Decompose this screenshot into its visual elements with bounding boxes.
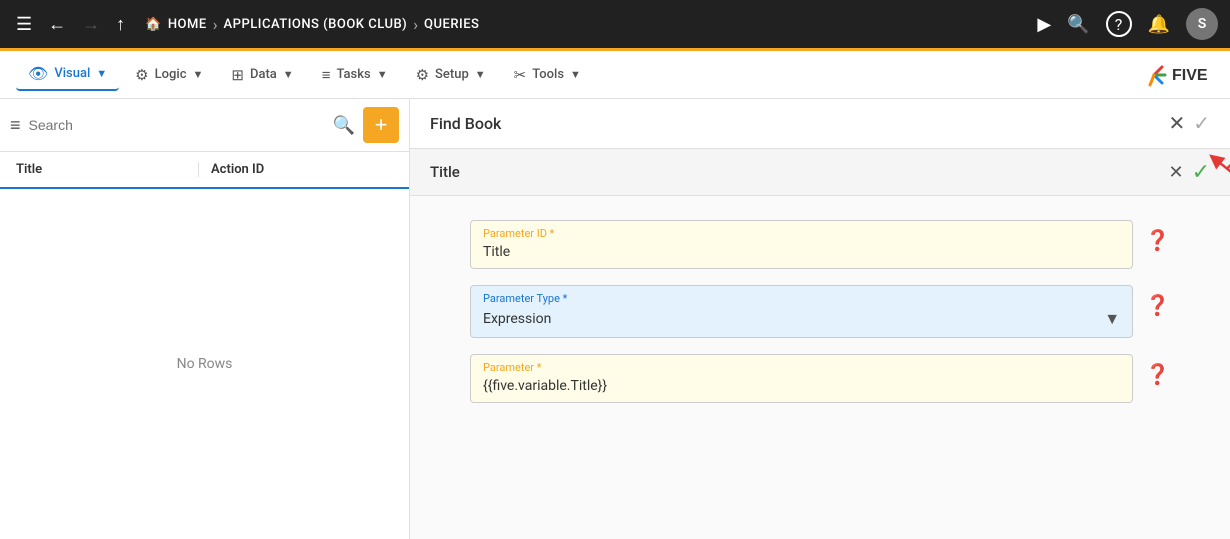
search-input[interactable] — [29, 117, 325, 133]
breadcrumb-home[interactable]: HOME — [168, 17, 207, 32]
play-icon[interactable]: ▶ — [1037, 14, 1051, 35]
parameter-type-row: Parameter Type * Expression ▼ ❓ — [470, 285, 1170, 338]
parameter-type-field[interactable]: Parameter Type * Expression ▼ — [470, 285, 1133, 338]
tasks-icon: ≡ — [322, 66, 331, 84]
add-button[interactable]: + — [363, 107, 399, 143]
logic-label: Logic — [155, 67, 187, 82]
no-rows-text: No Rows — [177, 356, 233, 372]
tab-tasks[interactable]: ≡ Tasks ▼ — [310, 60, 400, 90]
panel-header-actions: ✕ ✓ — [1168, 111, 1210, 136]
sub-panel-title: Title — [430, 163, 1168, 181]
parameter-id-field[interactable]: Parameter ID * Title — [470, 220, 1133, 269]
dropdown-arrow-icon[interactable]: ▼ — [1104, 309, 1120, 329]
breadcrumb-app[interactable]: APPLICATIONS (BOOK CLUB) — [224, 17, 408, 32]
tab-data[interactable]: ⊞ Data ▼ — [219, 60, 305, 90]
hamburger-icon[interactable]: ≡ — [10, 115, 21, 136]
sub-panel-close-button[interactable]: ✕ — [1168, 162, 1183, 183]
visual-icon: 👁 — [28, 64, 48, 83]
parameter-row: Parameter * {{five.variable.Title}} ❓ — [470, 354, 1170, 403]
main-layout: ≡ 🔍 + Title Action ID No Rows Find Book … — [0, 99, 1230, 539]
sub-panel-actions: ✕ ✓ — [1168, 159, 1210, 185]
svg-text:FIVE: FIVE — [1172, 67, 1208, 84]
tools-dropdown[interactable]: ▼ — [570, 68, 581, 81]
form-area: Parameter ID * Title ❓ Parameter Type * … — [410, 196, 1230, 539]
back-icon[interactable]: ← — [44, 10, 70, 39]
menu-icon[interactable]: ☰ — [12, 10, 36, 39]
top-nav-right: ▶ 🔍 ? 🔔 S — [1037, 8, 1218, 40]
visual-dropdown[interactable]: ▼ — [96, 67, 107, 80]
sec-nav: 👁 Visual ▼ ⚙ Logic ▼ ⊞ Data ▼ ≡ Tasks ▼ … — [0, 51, 1230, 99]
sidebar-table-header: Title Action ID — [0, 152, 409, 189]
tools-icon: ✂ — [514, 66, 527, 84]
parameter-label: Parameter * — [483, 361, 1120, 374]
data-label: Data — [250, 67, 277, 82]
five-logo: FIVE — [1144, 60, 1214, 90]
breadcrumb-sep-2: › — [413, 15, 418, 34]
setup-label: Setup — [435, 67, 469, 82]
help-icon[interactable]: ? — [1106, 11, 1132, 37]
sidebar-no-rows: No Rows — [0, 189, 409, 539]
tab-tools[interactable]: ✂ Tools ▼ — [502, 60, 593, 90]
parameter-type-label: Parameter Type * — [483, 292, 1120, 305]
up-icon[interactable]: ↑ — [112, 10, 129, 39]
search-icon[interactable]: 🔍 — [333, 115, 355, 136]
parameter-field[interactable]: Parameter * {{five.variable.Title}} — [470, 354, 1133, 403]
tasks-label: Tasks — [336, 67, 370, 82]
tools-label: Tools — [532, 67, 564, 82]
avatar[interactable]: S — [1186, 8, 1218, 40]
logic-icon: ⚙ — [135, 66, 148, 84]
search-nav-icon[interactable]: 🔍 — [1067, 14, 1089, 35]
setup-dropdown[interactable]: ▼ — [475, 68, 486, 81]
top-nav-bar: ☰ ← → ↑ 🏠 HOME › APPLICATIONS (BOOK CLUB… — [0, 0, 1230, 48]
right-panel: Find Book ✕ ✓ Title ✕ ✓ — [410, 99, 1230, 539]
panel-check-button[interactable]: ✓ — [1193, 111, 1210, 136]
panel-close-button[interactable]: ✕ — [1168, 111, 1185, 136]
parameter-id-row: Parameter ID * Title ❓ — [470, 220, 1170, 269]
setup-icon: ⚙ — [416, 66, 429, 84]
breadcrumb-sep-1: › — [213, 15, 218, 34]
sidebar-search-bar: ≡ 🔍 + — [0, 99, 409, 152]
parameter-type-select[interactable]: Expression ▼ — [483, 309, 1120, 329]
parameter-value: {{five.variable.Title}} — [483, 378, 607, 394]
data-dropdown[interactable]: ▼ — [283, 68, 294, 81]
col-action-id: Action ID — [198, 162, 393, 177]
visual-label: Visual — [54, 66, 90, 81]
breadcrumb: 🏠 HOME › APPLICATIONS (BOOK CLUB) › QUER… — [145, 15, 1029, 34]
parameter-type-help-icon[interactable]: ❓ — [1145, 293, 1170, 317]
tab-visual[interactable]: 👁 Visual ▼ — [16, 58, 119, 91]
search-input-wrapper — [29, 117, 325, 133]
parameter-id-value: Title — [483, 244, 510, 260]
sub-panel: Title ✕ ✓ — [410, 149, 1230, 196]
parameter-id-label: Parameter ID * — [483, 227, 1120, 240]
parameter-id-help-icon[interactable]: ❓ — [1145, 228, 1170, 252]
sub-panel-check-button[interactable]: ✓ — [1192, 159, 1210, 185]
forward-icon[interactable]: → — [78, 10, 104, 39]
tasks-dropdown[interactable]: ▼ — [377, 68, 388, 81]
panel-header: Find Book ✕ ✓ — [410, 99, 1230, 149]
parameter-help-icon[interactable]: ❓ — [1145, 362, 1170, 386]
five-logo-svg: FIVE — [1144, 60, 1214, 90]
tab-logic[interactable]: ⚙ Logic ▼ — [123, 60, 215, 90]
col-title: Title — [16, 162, 198, 177]
parameter-type-value: Expression — [483, 311, 551, 327]
bell-icon[interactable]: 🔔 — [1148, 14, 1170, 35]
panel-title: Find Book — [430, 114, 1168, 133]
logic-dropdown[interactable]: ▼ — [192, 68, 203, 81]
home-icon[interactable]: 🏠 — [145, 17, 162, 32]
data-icon: ⊞ — [231, 66, 244, 84]
red-arrow-indicator: ✓ — [1192, 159, 1210, 185]
breadcrumb-current: QUERIES — [424, 17, 479, 32]
sidebar: ≡ 🔍 + Title Action ID No Rows — [0, 99, 410, 539]
tab-setup[interactable]: ⚙ Setup ▼ — [404, 60, 498, 90]
